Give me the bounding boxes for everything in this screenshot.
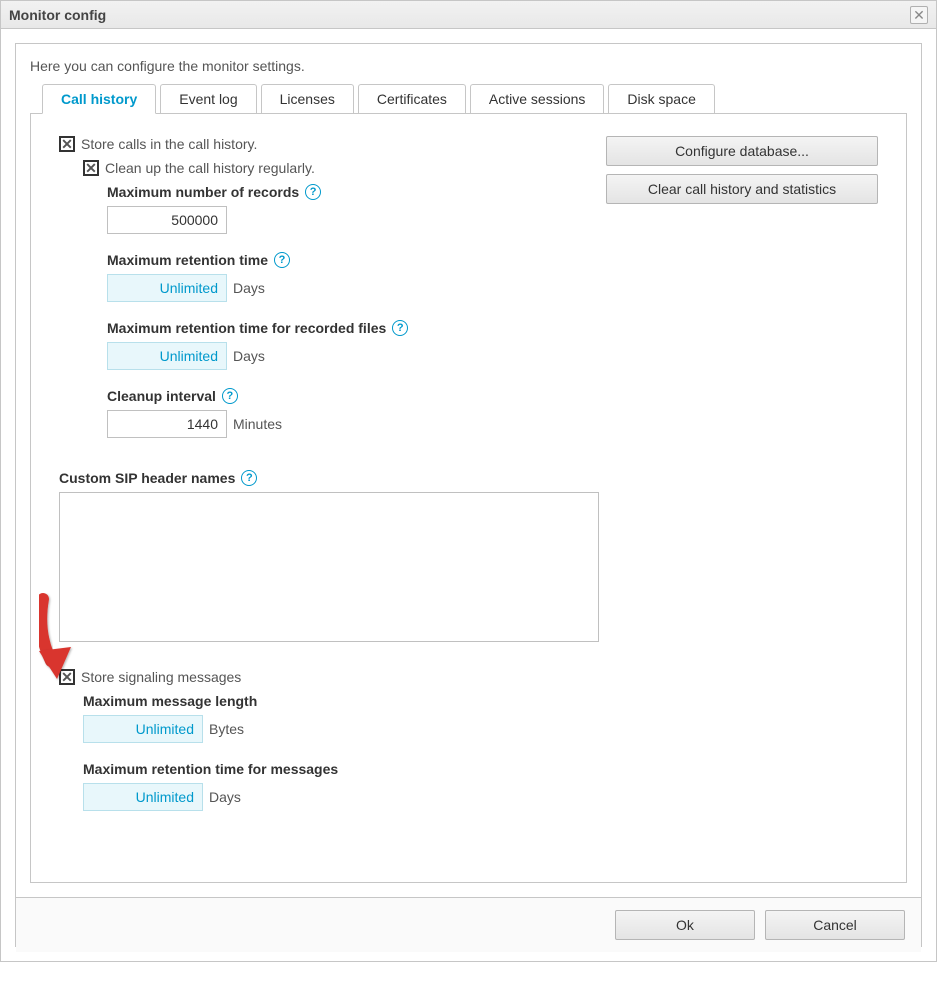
close-icon: ✕ [913, 8, 925, 22]
custom-sip-group: Custom SIP header names ? [59, 470, 878, 645]
max-retention-messages-input-row: Days [83, 783, 878, 811]
max-message-length-group: Maximum message length Bytes [83, 693, 878, 743]
help-icon[interactable]: ? [241, 470, 257, 486]
store-signaling-checkbox[interactable]: ✕ [59, 669, 75, 685]
max-retention-label: Maximum retention time [107, 252, 268, 268]
configure-database-button[interactable]: Configure database... [606, 136, 878, 166]
clear-call-history-button[interactable]: Clear call history and statistics [606, 174, 878, 204]
store-calls-label: Store calls in the call history. [81, 136, 257, 152]
custom-sip-textarea[interactable] [59, 492, 599, 642]
max-retention-messages-label: Maximum retention time for messages [83, 761, 338, 777]
cleanup-checkbox[interactable]: ✕ [83, 160, 99, 176]
max-retention-unit: Days [233, 280, 265, 296]
help-icon[interactable]: ? [222, 388, 238, 404]
max-retention-files-input[interactable] [107, 342, 227, 370]
tab-strip: Call history Event log Licenses Certific… [30, 84, 907, 114]
max-retention-input-row: Days [107, 274, 878, 302]
cleanup-interval-unit: Minutes [233, 416, 282, 432]
max-message-length-input[interactable] [83, 715, 203, 743]
cleanup-label: Clean up the call history regularly. [105, 160, 315, 176]
store-calls-checkbox[interactable]: ✕ [59, 136, 75, 152]
max-records-label: Maximum number of records [107, 184, 299, 200]
title-bar: Monitor config ✕ [1, 1, 936, 29]
side-buttons: Configure database... Clear call history… [606, 136, 878, 204]
max-message-length-label-row: Maximum message length [83, 693, 878, 709]
max-records-input[interactable] [107, 206, 227, 234]
max-retention-files-label-row: Maximum retention time for recorded file… [107, 320, 878, 336]
footer-bar: Ok Cancel [16, 897, 921, 952]
max-retention-messages-input[interactable] [83, 783, 203, 811]
max-retention-input[interactable] [107, 274, 227, 302]
tab-content-call-history: Configure database... Clear call history… [30, 113, 907, 883]
max-message-length-label: Maximum message length [83, 693, 257, 709]
max-retention-messages-group: Maximum retention time for messages Days [83, 761, 878, 811]
tab-licenses[interactable]: Licenses [261, 84, 354, 114]
custom-sip-label: Custom SIP header names [59, 470, 235, 486]
tab-active-sessions[interactable]: Active sessions [470, 84, 604, 114]
ok-button[interactable]: Ok [615, 910, 755, 940]
max-retention-files-input-row: Days [107, 342, 878, 370]
custom-sip-label-row: Custom SIP header names ? [59, 470, 878, 486]
cleanup-interval-label: Cleanup interval [107, 388, 216, 404]
max-retention-files-unit: Days [233, 348, 265, 364]
max-message-length-input-row: Bytes [83, 715, 878, 743]
dialog-title: Monitor config [9, 7, 106, 23]
cleanup-interval-group: Cleanup interval ? Minutes [107, 388, 878, 438]
max-retention-label-row: Maximum retention time ? [107, 252, 878, 268]
help-icon[interactable]: ? [305, 184, 321, 200]
dialog-body: Here you can configure the monitor setti… [1, 29, 936, 961]
max-message-length-unit: Bytes [209, 721, 244, 737]
max-records-input-row [107, 206, 878, 234]
close-button[interactable]: ✕ [910, 6, 928, 24]
max-retention-messages-unit: Days [209, 789, 241, 805]
inner-panel: Here you can configure the monitor setti… [15, 43, 922, 947]
tab-call-history[interactable]: Call history [42, 84, 156, 114]
max-retention-files-group: Maximum retention time for recorded file… [107, 320, 878, 370]
max-retention-files-label: Maximum retention time for recorded file… [107, 320, 386, 336]
tab-event-log[interactable]: Event log [160, 84, 256, 114]
tab-certificates[interactable]: Certificates [358, 84, 466, 114]
tab-disk-space[interactable]: Disk space [608, 84, 714, 114]
cleanup-interval-input-row: Minutes [107, 410, 878, 438]
cleanup-interval-label-row: Cleanup interval ? [107, 388, 878, 404]
help-icon[interactable]: ? [392, 320, 408, 336]
max-retention-group: Maximum retention time ? Days [107, 252, 878, 302]
cancel-button[interactable]: Cancel [765, 910, 905, 940]
help-icon[interactable]: ? [274, 252, 290, 268]
intro-text: Here you can configure the monitor setti… [30, 58, 907, 74]
signaling-section: ✕ Store signaling messages Maximum messa… [35, 669, 878, 811]
cleanup-interval-input[interactable] [107, 410, 227, 438]
store-signaling-row: ✕ Store signaling messages [59, 669, 878, 685]
monitor-config-dialog: Monitor config ✕ Here you can configure … [0, 0, 937, 962]
store-signaling-label: Store signaling messages [81, 669, 241, 685]
max-retention-messages-label-row: Maximum retention time for messages [83, 761, 878, 777]
